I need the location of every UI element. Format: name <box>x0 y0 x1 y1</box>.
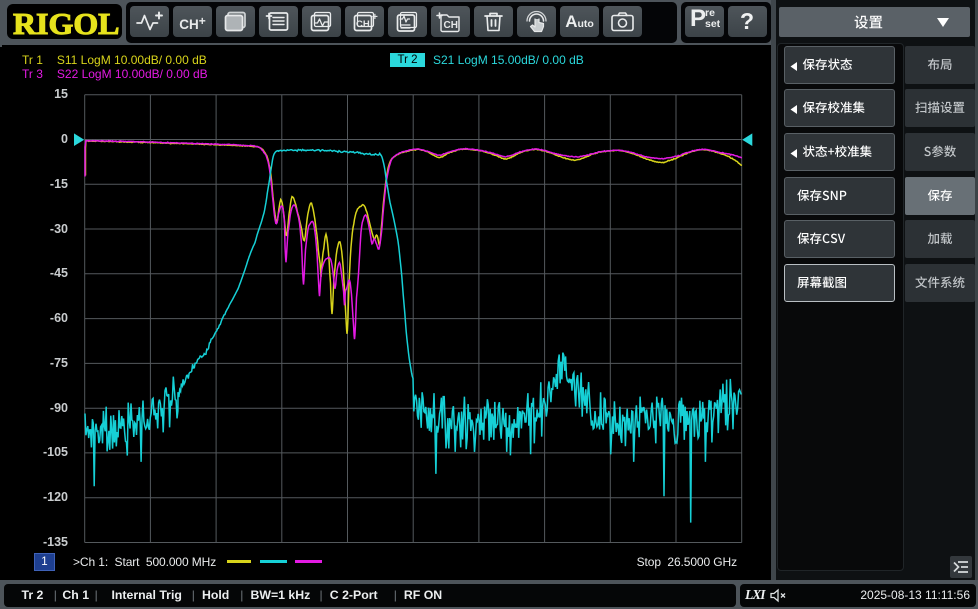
svg-text:+: + <box>372 12 378 23</box>
svg-text:CH: CH <box>356 19 370 30</box>
svg-text:CH: CH <box>444 20 458 31</box>
